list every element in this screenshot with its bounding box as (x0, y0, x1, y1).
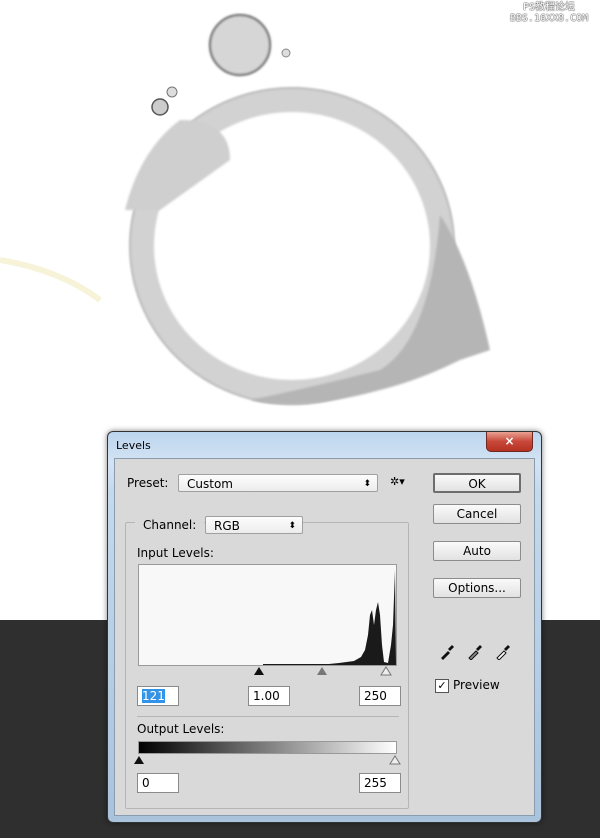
cancel-button[interactable]: Cancel (433, 504, 521, 524)
dialog-body: Preset: Custom ⬍ ✲▾ OK Cancel Auto Optio… (114, 458, 535, 816)
input-black-field[interactable]: 121 (137, 686, 179, 706)
output-black-slider[interactable] (134, 756, 144, 764)
input-black-value: 121 (142, 689, 165, 703)
channel-label: Channel: (135, 515, 205, 535)
histogram-shape (139, 570, 396, 665)
select-arrow-icon: ⬍ (288, 521, 296, 531)
watermark-line1: PS教程论坛 (522, 2, 576, 13)
input-white-field[interactable]: 250 (359, 686, 401, 706)
watermark: PS教程论坛 BBS.16XX8.COM (504, 2, 594, 24)
watermark-line2: BBS.16XX8.COM (509, 13, 589, 24)
input-black-slider[interactable] (254, 667, 264, 675)
preset-value: Custom (187, 477, 233, 491)
channel-select[interactable]: RGB ⬍ (205, 516, 303, 534)
input-levels-label: Input Levels: (137, 546, 214, 560)
divider (137, 716, 399, 717)
output-white-slider[interactable] (389, 755, 401, 765)
gray-eyedropper-icon[interactable] (467, 644, 483, 660)
input-gamma-slider[interactable] (317, 667, 327, 675)
black-eyedropper-icon[interactable] (439, 644, 455, 660)
preview-label: Preview (453, 678, 500, 692)
select-arrow-icon: ⬍ (363, 479, 371, 489)
coffee-ring-image (0, 14, 490, 405)
output-black-field[interactable]: 0 (137, 773, 179, 793)
options-button[interactable]: Options... (433, 578, 521, 598)
levels-dialog: Levels × Preset: Custom ⬍ ✲▾ OK Cancel A… (107, 431, 542, 823)
preset-label: Preset: (127, 476, 169, 490)
output-white-field[interactable]: 255 (359, 773, 401, 793)
output-sliders (134, 755, 401, 765)
gear-icon[interactable]: ✲▾ (390, 475, 405, 488)
input-gamma-field[interactable]: 1.00 (248, 686, 290, 706)
close-button[interactable]: × (486, 432, 533, 452)
output-levels-label: Output Levels: (137, 722, 225, 736)
white-eyedropper-icon[interactable] (495, 644, 511, 660)
dialog-title: Levels (116, 439, 151, 452)
input-sliders (254, 666, 392, 676)
auto-button[interactable]: Auto (433, 541, 521, 561)
preview-checkbox[interactable]: ✓ (435, 679, 449, 693)
histogram (138, 564, 397, 666)
preset-select[interactable]: Custom ⬍ (178, 474, 378, 492)
channel-value: RGB (214, 519, 240, 533)
histogram-graph (139, 570, 396, 665)
input-white-slider[interactable] (380, 666, 392, 676)
ok-button[interactable]: OK (433, 473, 521, 493)
